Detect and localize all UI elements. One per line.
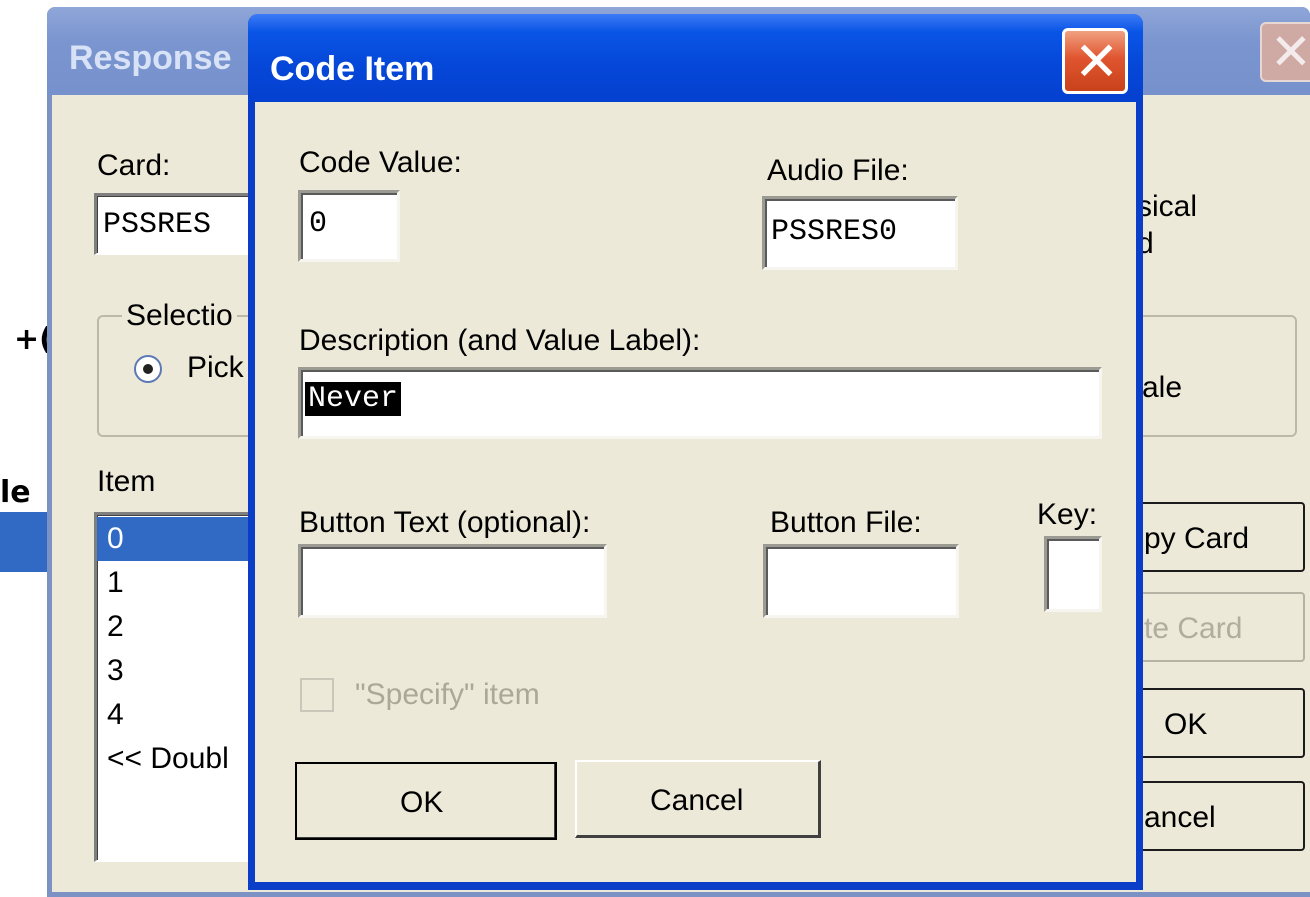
description-label: Description (and Value Label): <box>299 324 701 357</box>
copy-card-button[interactable]: py Card <box>1120 502 1305 572</box>
list-item[interactable]: 1 <box>97 561 262 605</box>
close-icon: ✕ <box>1270 23 1310 81</box>
response-ok-button-label: OK <box>1164 708 1208 741</box>
scale-text: ale <box>1142 371 1183 404</box>
card-field[interactable]: PSSRES <box>94 193 264 255</box>
response-ok-button[interactable]: OK <box>1120 688 1305 758</box>
response-close-button[interactable]: ✕ <box>1260 22 1310 82</box>
card-label: Card: <box>97 149 171 182</box>
dialog-title: Code Item <box>270 50 435 88</box>
close-button[interactable]: ✕ <box>1062 28 1128 94</box>
item-list[interactable]: 0 1 2 3 4 << Doubl <box>94 512 264 862</box>
button-text-label: Button Text (optional): <box>299 506 591 539</box>
selection-group-label: Selectio <box>122 299 237 333</box>
button-file-field[interactable] <box>763 544 959 618</box>
key-label: Key: <box>1037 498 1098 531</box>
ok-button-label: OK <box>400 786 444 819</box>
response-cancel-button-label: ancel <box>1144 801 1216 834</box>
list-item[interactable]: 3 <box>97 649 262 693</box>
item-label: Item <box>97 465 156 498</box>
audio-file-text: PSSRES0 <box>771 215 898 249</box>
cancel-button-label: Cancel <box>650 784 744 817</box>
paste-card-button-label: te Card <box>1144 612 1243 645</box>
card-field-value: PSSRES <box>103 208 212 242</box>
code-value-field[interactable]: 0 <box>298 190 400 262</box>
list-item[interactable]: 4 <box>97 693 262 737</box>
ok-button[interactable]: OK <box>295 762 557 840</box>
key-field[interactable] <box>1044 536 1102 612</box>
code-item-client: Code Value: 0 Audio File: PSSRES0 Descri… <box>255 102 1136 882</box>
response-dialog-title: Response <box>69 39 232 77</box>
code-item-titlebar: Code Item ✕ <box>248 14 1143 102</box>
button-file-label: Button File: <box>770 506 922 539</box>
button-text-field[interactable] <box>298 544 607 618</box>
cancel-button[interactable]: Cancel <box>575 760 821 838</box>
right-text-1: sical <box>1137 190 1198 223</box>
audio-file-label: Audio File: <box>767 154 909 187</box>
paste-card-button[interactable]: te Card <box>1120 592 1305 662</box>
list-item[interactable]: 0 <box>97 517 262 561</box>
list-item[interactable]: << Doubl <box>97 737 262 781</box>
list-item[interactable]: 2 <box>97 605 262 649</box>
page-fragment-highlight <box>0 512 47 572</box>
code-item-dialog: Code Item ✕ Code Value: 0 Audio File: PS… <box>248 14 1143 890</box>
page-fragment-text: le <box>0 475 31 510</box>
close-icon: ✕ <box>1074 30 1120 93</box>
audio-file-field[interactable]: PSSRES0 <box>762 196 958 270</box>
pick-radio[interactable] <box>134 355 162 383</box>
pick-radio-label: Pick <box>187 351 244 384</box>
response-cancel-button[interactable]: ancel <box>1120 781 1305 851</box>
specify-checkbox-label: "Specify" item <box>355 678 540 711</box>
description-text: Never <box>305 382 402 416</box>
description-field[interactable]: Never <box>298 367 1102 439</box>
code-value-label: Code Value: <box>299 146 462 179</box>
specify-checkbox[interactable] <box>300 678 334 712</box>
copy-card-button-label: py Card <box>1144 522 1250 555</box>
code-value-text: 0 <box>309 207 328 241</box>
